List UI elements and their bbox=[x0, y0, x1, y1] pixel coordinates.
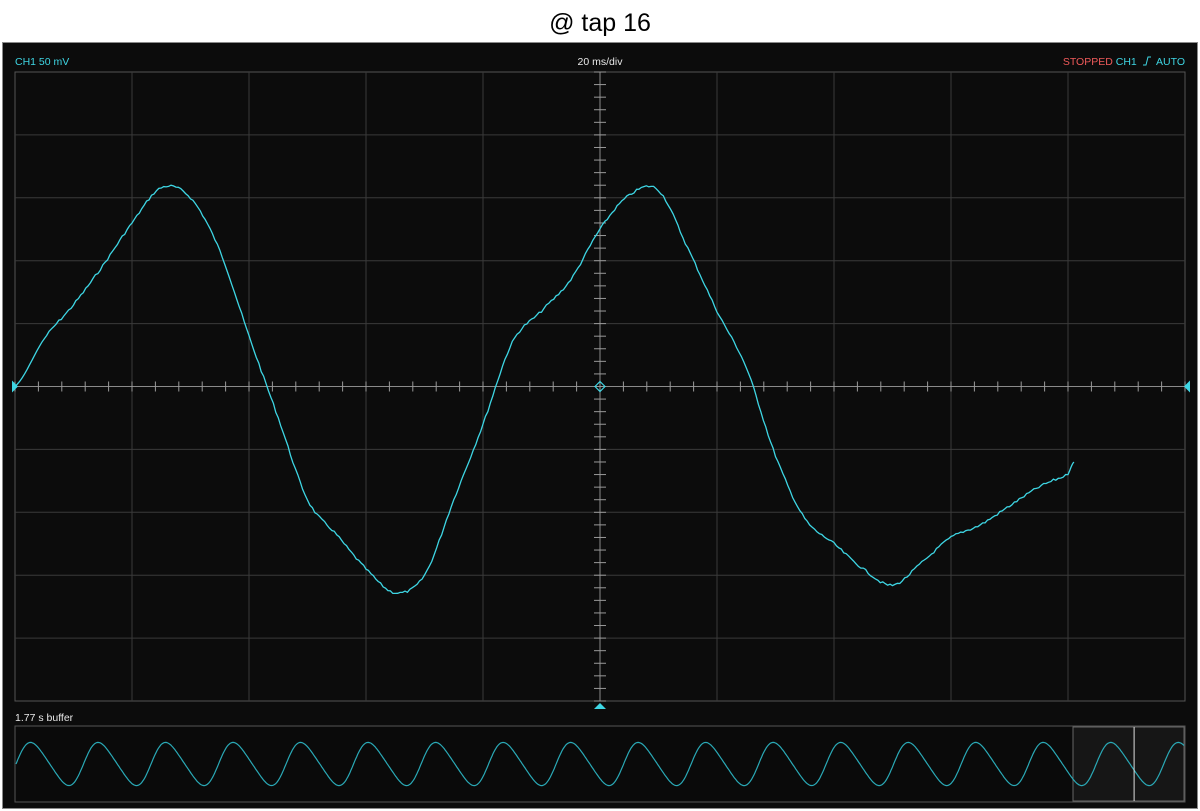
buffer-overview[interactable] bbox=[14, 725, 1186, 803]
scope-canvas bbox=[12, 71, 1190, 803]
buffer-view-window[interactable] bbox=[1072, 726, 1185, 802]
buffer-label: 1.77 s buffer bbox=[15, 712, 74, 724]
trigger-position-marker bbox=[594, 703, 606, 709]
